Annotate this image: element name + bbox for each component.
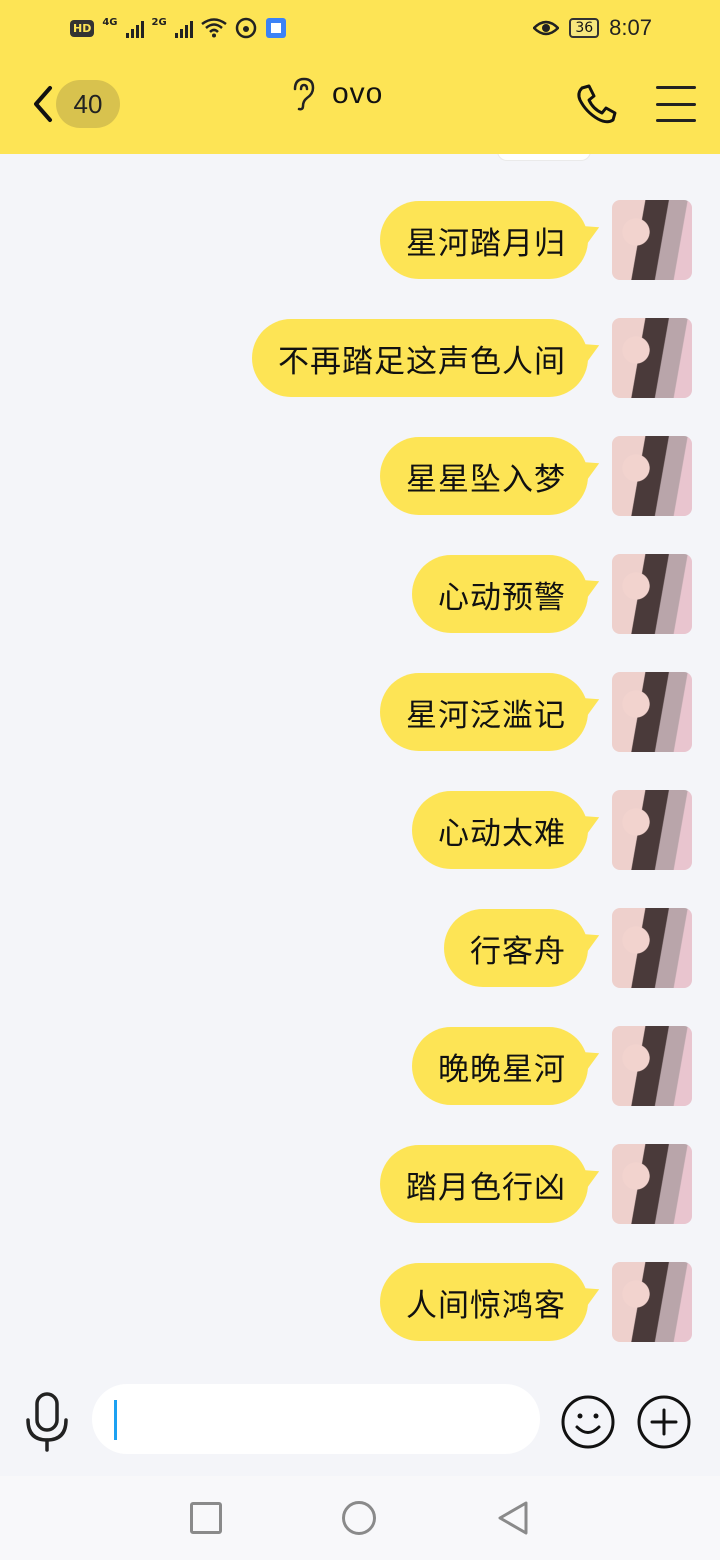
- message-text: 行客舟: [470, 933, 566, 970]
- voice-button[interactable]: [22, 1390, 72, 1456]
- message-row: 心动太难: [412, 790, 692, 870]
- message-text: 星星坠入梦: [406, 461, 566, 498]
- message-input[interactable]: [92, 1384, 540, 1454]
- more-button[interactable]: [636, 1394, 692, 1450]
- message-bubble[interactable]: 星河泛滥记: [380, 673, 588, 751]
- message-row: 人间惊鸿客: [380, 1262, 692, 1342]
- chat-title: ovo: [332, 77, 384, 110]
- message-bubble[interactable]: 晚晚星河: [412, 1027, 588, 1105]
- phone-icon: [577, 84, 617, 124]
- partial-message: [498, 154, 590, 160]
- emoji-button[interactable]: [560, 1394, 616, 1450]
- system-nav-bar: [0, 1476, 720, 1560]
- message-text: 踏月色行凶: [406, 1169, 566, 1206]
- ear-icon: [293, 77, 315, 111]
- wifi-icon: [200, 18, 227, 38]
- message-text: 心动太难: [438, 815, 566, 852]
- message-row: 星河踏月归: [380, 200, 692, 280]
- message-bubble[interactable]: 不再踏足这声色人间: [252, 319, 588, 397]
- back-button[interactable]: [24, 78, 60, 130]
- back-icon: [34, 86, 52, 122]
- plus-icon: [637, 1395, 691, 1449]
- avatar[interactable]: [612, 1026, 692, 1106]
- signal-2-icon: [174, 18, 193, 38]
- message-row: 踏月色行凶: [380, 1144, 692, 1224]
- message-row: 星星坠入梦: [380, 436, 692, 516]
- signal-1-icon: [125, 18, 144, 38]
- message-bubble[interactable]: 星星坠入梦: [380, 437, 588, 515]
- avatar[interactable]: [612, 908, 692, 988]
- nav-recents-icon[interactable]: [190, 1502, 222, 1534]
- call-button[interactable]: [574, 82, 618, 126]
- message-bubble[interactable]: 心动太难: [412, 791, 588, 869]
- nav-back-icon[interactable]: [496, 1500, 532, 1536]
- status-right: 36 8:07: [533, 12, 652, 44]
- emoji-icon: [561, 1395, 615, 1449]
- nav-home-icon[interactable]: [342, 1501, 376, 1535]
- battery-level: 36: [569, 18, 600, 38]
- avatar[interactable]: [612, 554, 692, 634]
- message-row: 晚晚星河: [412, 1026, 692, 1106]
- mic-icon: [26, 1392, 68, 1452]
- menu-button[interactable]: [656, 86, 696, 122]
- status-left: HD 4G 2G: [70, 14, 287, 42]
- title-group[interactable]: ovo: [290, 74, 383, 114]
- top-area: HD 4G 2G 36 8:07 40 ovo: [0, 0, 720, 154]
- chat-header: 40 ovo: [0, 56, 720, 154]
- menu-icon-line: [656, 86, 696, 89]
- menu-icon-line: [656, 102, 696, 106]
- message-row: 星河泛滥记: [380, 672, 692, 752]
- message-bubble[interactable]: 踏月色行凶: [380, 1145, 588, 1223]
- network-type-2: 2G: [151, 16, 167, 28]
- message-list[interactable]: 星河踏月归 不再踏足这声色人间 星星坠入梦 心动预警 星河泛滥记 心动太难 行客…: [0, 154, 720, 1376]
- triangle-back-icon: [498, 1501, 528, 1535]
- avatar[interactable]: [612, 1262, 692, 1342]
- status-bar: HD 4G 2G 36 8:07: [0, 0, 720, 56]
- message-text: 心动预警: [438, 579, 566, 616]
- avatar[interactable]: [612, 200, 692, 280]
- message-bubble[interactable]: 人间惊鸿客: [380, 1263, 588, 1341]
- avatar[interactable]: [612, 436, 692, 516]
- tieba-icon: [265, 18, 286, 38]
- eye-icon: [533, 20, 560, 36]
- text-caret: [114, 1400, 117, 1440]
- avatar[interactable]: [612, 1144, 692, 1224]
- message-text: 人间惊鸿客: [406, 1287, 566, 1324]
- netease-music-icon: [235, 17, 256, 39]
- message-row: 心动预警: [412, 554, 692, 634]
- message-text: 晚晚星河: [438, 1051, 566, 1088]
- network-type-1: 4G: [102, 16, 118, 28]
- clock: 8:07: [609, 15, 652, 40]
- avatar[interactable]: [612, 318, 692, 398]
- message-row: 不再踏足这声色人间: [252, 318, 692, 398]
- message-text: 星河踏月归: [406, 225, 566, 262]
- message-bubble[interactable]: 心动预警: [412, 555, 588, 633]
- hd-indicator: HD: [70, 19, 95, 37]
- input-bar: [0, 1376, 720, 1476]
- menu-icon-line: [656, 119, 696, 122]
- message-text: 星河泛滥记: [406, 697, 566, 734]
- message-bubble[interactable]: 星河踏月归: [380, 201, 588, 279]
- message-bubble[interactable]: 行客舟: [444, 909, 588, 987]
- message-row: 行客舟: [444, 908, 692, 988]
- message-text: 不再踏足这声色人间: [278, 343, 566, 380]
- avatar[interactable]: [612, 672, 692, 752]
- avatar[interactable]: [612, 790, 692, 870]
- unread-badge[interactable]: 40: [56, 80, 120, 128]
